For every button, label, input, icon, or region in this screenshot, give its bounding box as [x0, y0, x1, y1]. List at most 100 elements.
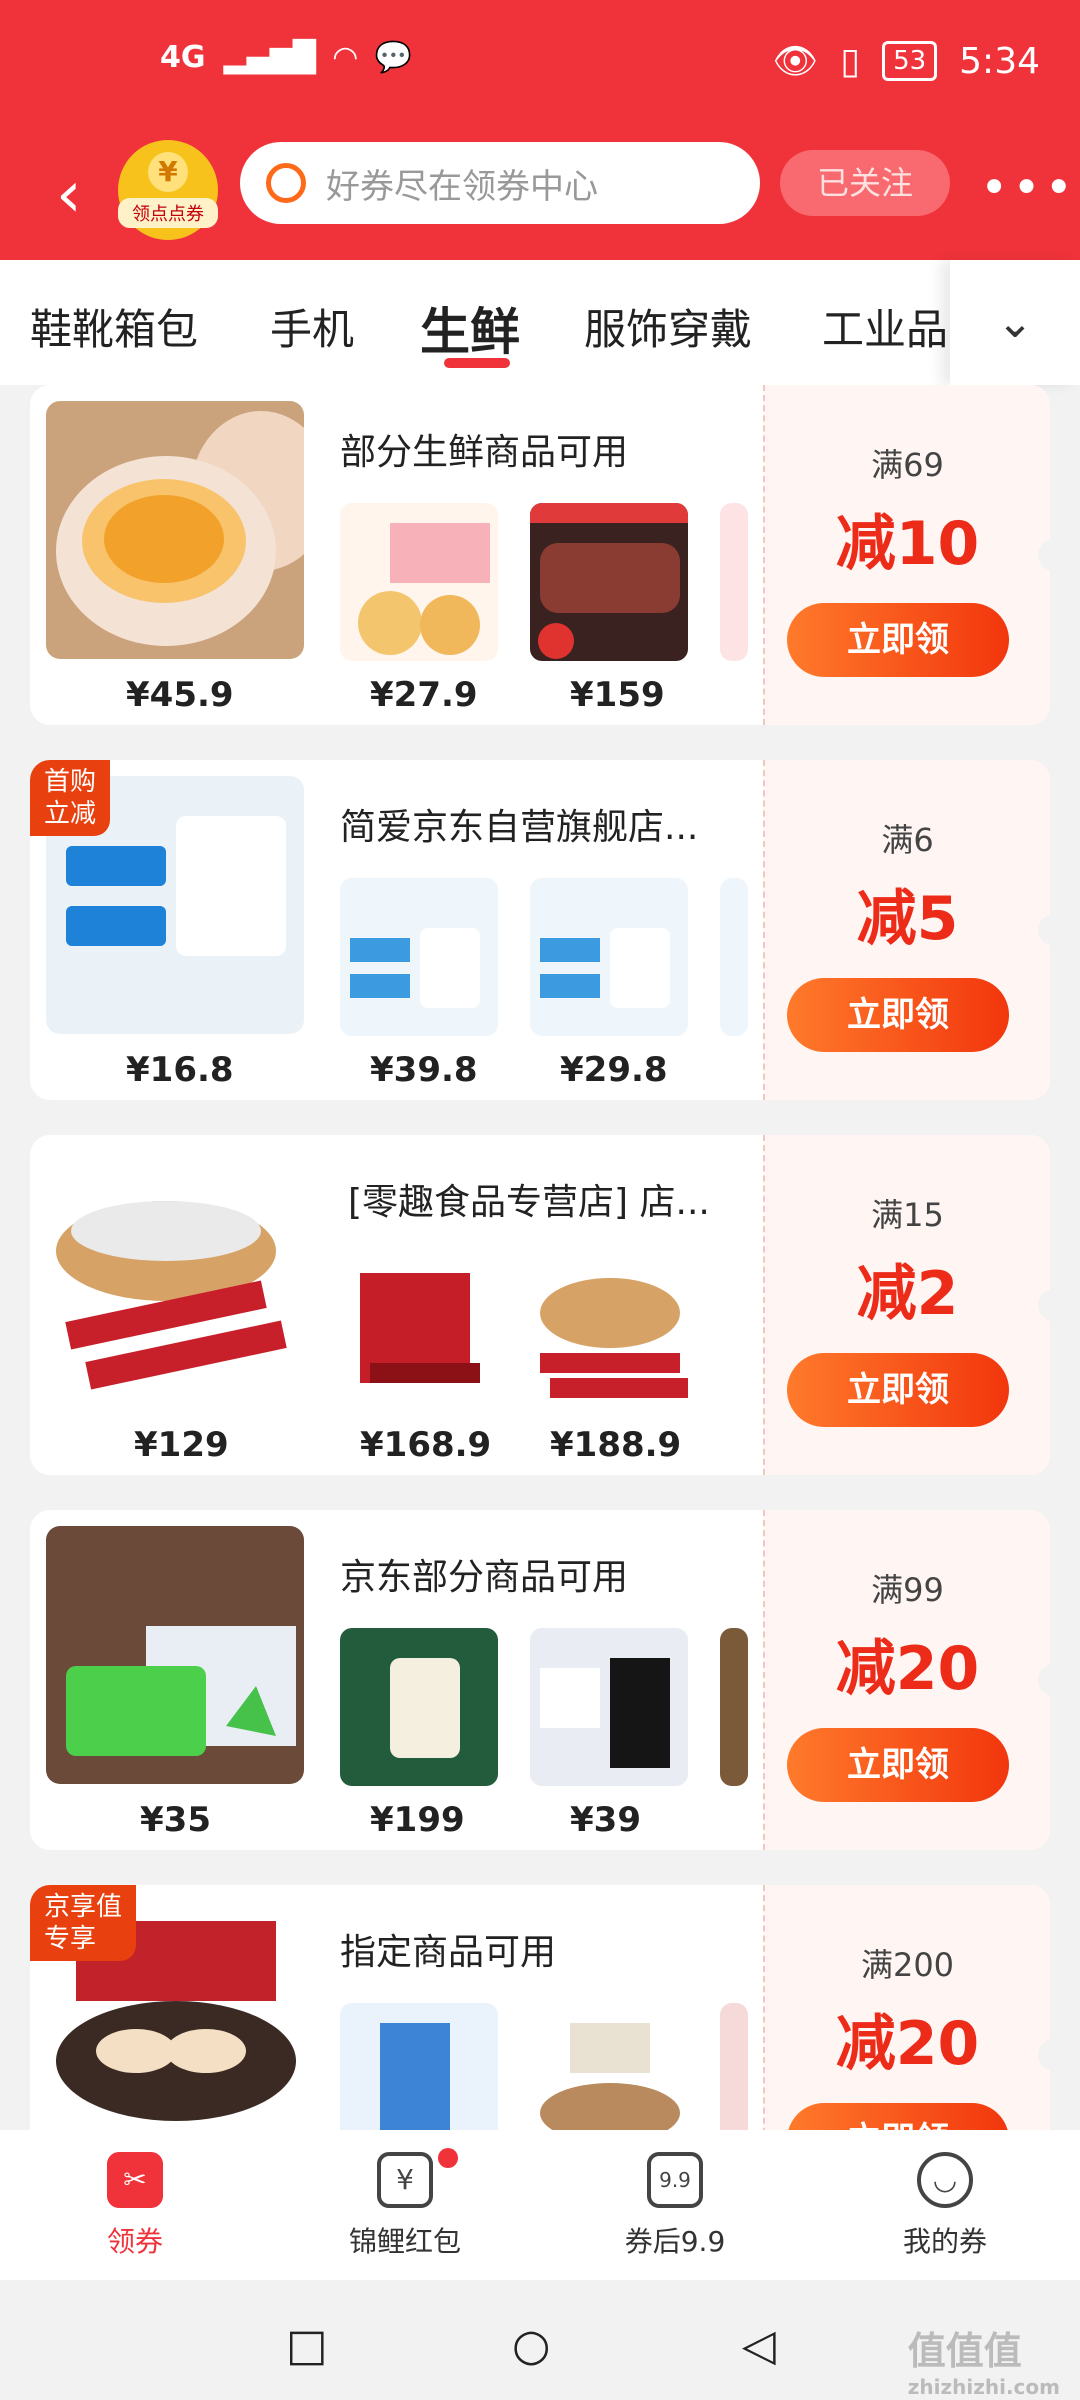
main-price: ¥129	[134, 1425, 229, 1465]
nav-coupons[interactable]: ✂ 领券	[0, 2130, 270, 2280]
smile-icon: ◡	[917, 2152, 973, 2208]
watermark: 值值值 zhizhizhi.com	[908, 2320, 1060, 2399]
product-thumb-partial[interactable]	[720, 2003, 748, 2130]
nav-price-after-coupon[interactable]: 9.9 券后9.9	[540, 2130, 810, 2280]
product-image-egg[interactable]	[46, 401, 304, 659]
search-placeholder[interactable]: 好券尽在领券中心	[326, 159, 598, 208]
coupon-card[interactable]: 京享值 专享 指定商品可用 满200 减20 立即领	[30, 1885, 1050, 2130]
product-thumb[interactable]	[340, 1253, 498, 1411]
nav-label: 我的券	[902, 2225, 987, 2258]
network-indicator: 4G	[160, 40, 206, 75]
product-thumb[interactable]	[340, 2003, 498, 2130]
product-thumb[interactable]	[530, 503, 688, 661]
product-thumb-partial[interactable]	[720, 878, 748, 1036]
coupon-panel: 满99 减20 立即领	[763, 1510, 1050, 1850]
watermark-url: zhizhizhi.com	[907, 2375, 1060, 2399]
coupon-condition: 满69	[871, 446, 944, 484]
coupon-panel: 满69 减10 立即领	[763, 385, 1050, 725]
product-thumb-partial[interactable]	[720, 503, 748, 661]
coupon-card[interactable]: 首购 立减 简爱京东自营旗舰店... ¥16.8 ¥39.8 ¥29.8 满6 …	[30, 760, 1050, 1100]
nav-label: 券后9.9	[624, 2225, 726, 2258]
thumb-price: ¥29.8	[560, 1050, 668, 1090]
coupon-condition: 满99	[871, 1571, 944, 1609]
tab-apparel[interactable]: 服饰穿戴	[584, 296, 752, 357]
tab-industrial[interactable]: 工业品	[822, 296, 948, 357]
follow-button[interactable]: 已关注	[780, 150, 950, 216]
card-title: 指定商品可用	[340, 1932, 557, 1973]
logo-label: 领点点券	[118, 198, 218, 228]
coupon-discount: 减5	[856, 884, 959, 954]
price-tag-icon: 9.9	[647, 2152, 703, 2208]
coupon-card[interactable]: [零趣食品专营店] 店... ¥129 ¥168.9 ¥188.9 满15 减2…	[30, 1135, 1050, 1475]
coupon-card[interactable]: 部分生鲜商品可用 ¥45.9 ¥27.9 ¥159 满69 减10 立即领	[30, 385, 1050, 725]
product-thumb[interactable]	[530, 1628, 688, 1786]
tab-shoes-bags[interactable]: 鞋靴箱包	[30, 296, 198, 357]
product-thumb-partial[interactable]	[720, 1628, 748, 1786]
chevron-down-icon[interactable]: ⌄	[950, 260, 1080, 385]
coupon-condition: 满6	[881, 821, 934, 859]
claim-button[interactable]: 立即领	[787, 603, 1009, 677]
recents-icon[interactable]: □	[286, 2320, 328, 2371]
watermark-text: 值值值	[907, 2329, 1022, 2373]
tab-phones[interactable]: 手机	[270, 296, 354, 357]
claim-button[interactable]: 立即领	[787, 978, 1009, 1052]
app-header: ‹ ¥ 领点点券 好券尽在领券中心 已关注 •••	[0, 130, 1080, 260]
thumb-price: ¥27.9	[370, 675, 478, 715]
product-thumb[interactable]	[530, 878, 688, 1036]
search-icon	[266, 163, 306, 203]
back-icon[interactable]: ‹	[56, 160, 126, 230]
product-image-rolls[interactable]	[46, 1151, 304, 1409]
coupon-discount: 减20	[835, 2009, 980, 2079]
coin-icon: ¥	[148, 152, 188, 192]
coupon-condition: 满200	[860, 1946, 955, 1984]
status-right: 👁 ▯ 53 5:34	[772, 40, 1040, 83]
coupon-condition: 满15	[871, 1196, 944, 1234]
coupon-list[interactable]: 部分生鲜商品可用 ¥45.9 ¥27.9 ¥159 满69 减10 立即领 首购…	[0, 385, 1080, 2130]
wechat-icon: 💬	[374, 40, 413, 75]
thumb-price: ¥39	[570, 1800, 641, 1840]
thumb-price: ¥159	[570, 675, 665, 715]
red-envelope-icon: ¥	[377, 2152, 433, 2208]
main-price: ¥45.9	[126, 675, 234, 715]
product-thumb[interactable]	[340, 1628, 498, 1786]
coupon-panel: 满200 减20 立即领	[763, 1885, 1050, 2130]
product-thumb[interactable]	[340, 878, 498, 1036]
thumb-price: ¥39.8	[370, 1050, 478, 1090]
card-title: [零趣食品专营店] 店...	[348, 1182, 710, 1223]
search-bar[interactable]: 好券尽在领券中心	[240, 142, 760, 224]
coupon-icon: ✂	[107, 2152, 163, 2208]
product-thumb[interactable]	[340, 503, 498, 661]
coupon-discount: 减10	[835, 509, 980, 579]
coupon-discount: 减20	[835, 1634, 980, 1704]
category-tabs: 鞋靴箱包 手机 生鲜 服饰穿戴 工业品 ⌄	[0, 260, 1080, 385]
card-title: 京东部分商品可用	[340, 1557, 629, 1598]
nav-my-coupons[interactable]: ◡ 我的券	[810, 2130, 1080, 2280]
eye-icon: 👁	[772, 41, 819, 82]
thumb-price: ¥168.9	[360, 1425, 492, 1465]
nav-red-envelope[interactable]: ¥ 锦鲤红包	[270, 2130, 540, 2280]
card-title: 简爱京东自营旗舰店...	[340, 807, 699, 848]
active-tab-indicator	[444, 358, 510, 368]
home-icon[interactable]: ○	[512, 2320, 550, 2371]
card-title: 部分生鲜商品可用	[340, 432, 629, 473]
more-icon[interactable]: •••	[980, 160, 1077, 216]
logo[interactable]: ¥ 领点点券	[118, 140, 218, 240]
tab-fresh[interactable]: 生鲜	[420, 292, 520, 364]
claim-button[interactable]: 立即领	[787, 1728, 1009, 1802]
back-nav-icon[interactable]: ◁	[742, 2320, 776, 2371]
claim-button[interactable]: 立即领	[787, 1353, 1009, 1427]
vip-badge: 京享值 专享	[30, 1885, 137, 1961]
coupon-panel: 满6 减5 立即领	[763, 760, 1050, 1100]
nav-label: 领券	[106, 2225, 163, 2258]
product-image-earplugs[interactable]	[46, 1526, 304, 1784]
first-purchase-badge: 首购 立减	[30, 760, 111, 836]
coupon-panel: 满15 减2 立即领	[763, 1135, 1050, 1475]
battery-indicator: 53	[882, 41, 938, 81]
claim-button[interactable]: 立即领	[787, 2103, 1009, 2130]
clock: 5:34	[959, 40, 1040, 82]
product-thumb[interactable]	[530, 1253, 688, 1411]
product-thumb[interactable]	[530, 2003, 688, 2130]
thumb-price: ¥199	[370, 1800, 465, 1840]
nav-label: 锦鲤红包	[348, 2225, 461, 2258]
coupon-card[interactable]: 京东部分商品可用 ¥35 ¥199 ¥39 满99 减20 立即领	[30, 1510, 1050, 1850]
